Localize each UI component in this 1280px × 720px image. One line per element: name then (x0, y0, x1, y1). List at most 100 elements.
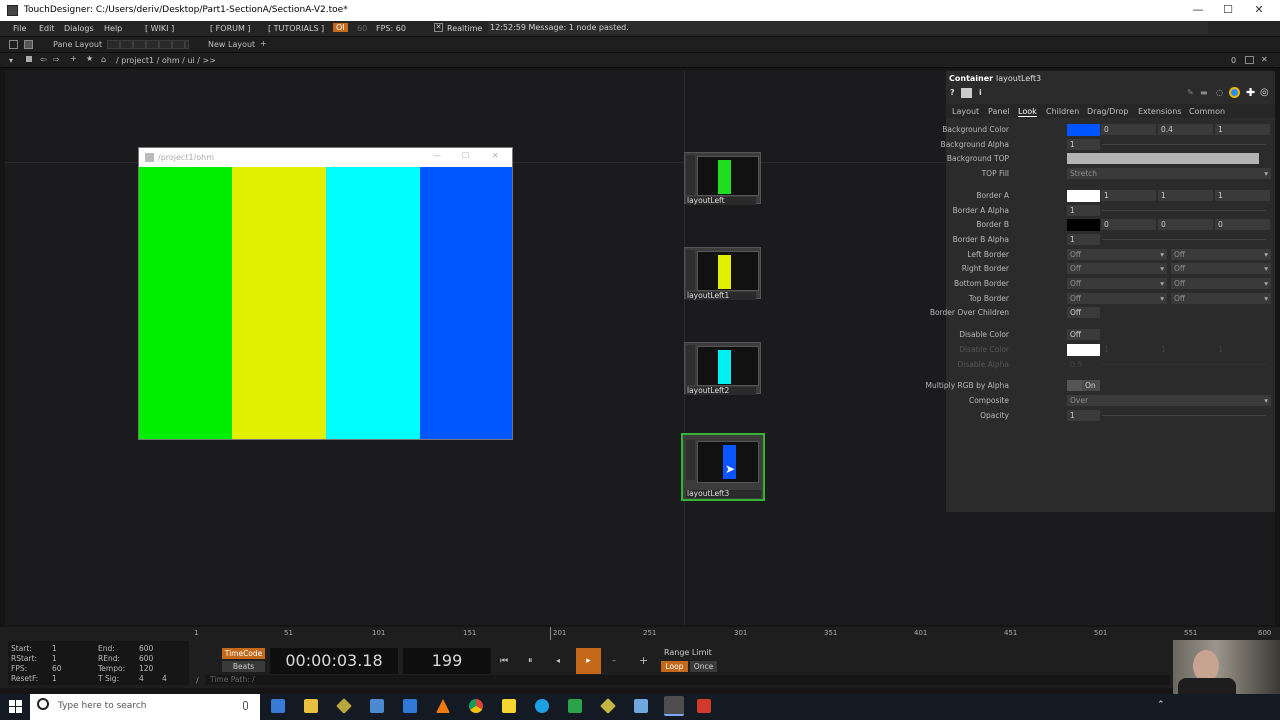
loop-toggle[interactable]: Loop (661, 661, 688, 672)
slider-track[interactable] (1102, 239, 1266, 240)
node-side-buttons[interactable] (686, 440, 695, 480)
sourcetree-icon[interactable] (600, 698, 616, 714)
triangle-down-icon[interactable]: ▾ (9, 56, 13, 65)
minus-icon[interactable]: – (612, 656, 616, 665)
once-toggle[interactable]: Once (690, 661, 717, 672)
slider-track[interactable] (1102, 144, 1266, 145)
task-view-icon[interactable] (271, 699, 285, 713)
windows-start-icon[interactable] (9, 700, 22, 713)
stop-icon[interactable] (26, 56, 32, 62)
pane-maximize-icon[interactable] (1245, 56, 1254, 64)
network-path[interactable]: / project1 / ohm / ui / >> (116, 56, 216, 65)
fps-field[interactable]: 60 (52, 664, 62, 673)
menu-dialogs[interactable]: Dialogs (64, 24, 94, 33)
plus-icon[interactable]: ✚ (1246, 86, 1255, 99)
skype-icon[interactable] (535, 699, 549, 713)
node-label[interactable]: layoutLeft (686, 197, 756, 205)
eraser-icon[interactable]: ▬ (1200, 88, 1208, 97)
dropdown[interactable]: Off (1067, 249, 1167, 260)
dropdown[interactable]: Stretch (1067, 168, 1271, 179)
vlc-icon[interactable] (436, 699, 450, 713)
close-button[interactable]: ✕ (1249, 3, 1269, 16)
forum-button[interactable]: [ FORUM ] (210, 24, 251, 33)
end-field[interactable]: 600 (139, 644, 153, 653)
tab-common[interactable]: Common (1189, 107, 1225, 116)
timeline-ruler[interactable]: 1 51 101 151 201 251 301 351 401 451 501… (0, 627, 1280, 640)
node-label[interactable]: layoutLeft3 (686, 490, 761, 498)
dropdown[interactable]: Off (1067, 263, 1167, 274)
realtime-checkbox-icon[interactable]: ✕ (434, 23, 443, 32)
dropdown[interactable]: Off (1067, 278, 1167, 289)
oi-badge[interactable]: OI (333, 23, 348, 32)
camera-icon[interactable] (370, 699, 384, 713)
color-swatch[interactable] (1067, 190, 1100, 202)
taskbar-search[interactable]: Type here to search (30, 694, 260, 720)
python-icon[interactable] (961, 88, 972, 98)
timecode-toggle[interactable]: TimeCode (222, 648, 265, 659)
rewind-icon[interactable]: ⏮ (500, 656, 508, 666)
node-layoutleft2[interactable]: layoutLeft2 (684, 342, 761, 395)
back-arrow-icon[interactable]: ⇦ (40, 55, 47, 64)
time-path[interactable]: Time Path: / (205, 675, 1170, 685)
slider-track[interactable] (1102, 415, 1266, 416)
toggle[interactable]: Off (1067, 329, 1100, 340)
pause-icon[interactable]: ⏸ (528, 656, 533, 666)
touchdesigner-icon[interactable] (664, 696, 684, 716)
wiki-button[interactable]: [ WIKI ] (145, 24, 174, 33)
add-icon[interactable]: + (70, 54, 77, 63)
toggle-off-part[interactable] (1067, 380, 1082, 391)
playhead[interactable] (550, 627, 551, 640)
star-icon[interactable]: ★ (86, 54, 93, 63)
new-layout-label[interactable]: New Layout (208, 40, 255, 49)
file-explorer-icon[interactable] (304, 699, 318, 713)
color-wheel-icon[interactable] (1229, 87, 1240, 98)
time-display[interactable]: 00:00:03.18 (270, 648, 398, 674)
node-layoutleft1[interactable]: layoutLeft1 (684, 247, 761, 300)
menu-help[interactable]: Help (104, 24, 122, 33)
node-side-buttons[interactable] (686, 345, 695, 385)
pane-split-icon[interactable] (24, 40, 33, 49)
param-field[interactable]: 1 (1101, 190, 1156, 201)
frame-display[interactable]: 199 (403, 648, 491, 674)
target-icon[interactable]: ◎ (1260, 87, 1269, 98)
maximize-button[interactable]: ☐ (1218, 3, 1238, 16)
node-layoutleft3[interactable]: ➤ layoutLeft3 (681, 433, 765, 501)
viewer-minimize-icon[interactable]: — (433, 151, 441, 160)
resetf-field[interactable]: 1 (52, 674, 57, 683)
dropdown[interactable]: Off (1171, 263, 1271, 274)
tab-panel[interactable]: Panel (988, 107, 1010, 116)
toggle[interactable]: Off (1067, 307, 1100, 318)
slider-track[interactable] (1102, 210, 1266, 211)
sticky-notes-icon[interactable] (502, 699, 516, 713)
pane-layout-icons[interactable] (107, 40, 189, 49)
node-label[interactable]: layoutLeft1 (686, 292, 756, 300)
help-icon[interactable]: ? (950, 88, 955, 97)
viewer-maximize-icon[interactable]: ☐ (462, 151, 469, 160)
pen-app-icon[interactable] (634, 699, 648, 713)
viewer-close-icon[interactable]: ✕ (492, 151, 499, 160)
node-side-buttons[interactable] (686, 155, 695, 195)
fps-field[interactable]: 60 (357, 24, 367, 33)
op-name-field[interactable]: layoutLeft3 (996, 74, 1041, 83)
param-field[interactable]: 1 (1215, 124, 1270, 135)
toggle-on[interactable]: On (1082, 380, 1100, 391)
node-layoutleft[interactable]: layoutLeft (684, 152, 761, 205)
pane-close-icon[interactable]: ✕ (1261, 55, 1268, 64)
tray-chevron-icon[interactable]: ⌃ (1157, 700, 1165, 710)
tab-drag-drop[interactable]: Drag/Drop (1087, 107, 1128, 116)
tab-children[interactable]: Children (1046, 107, 1079, 116)
tsig-field-2[interactable]: 4 (162, 674, 167, 683)
param-field[interactable] (1067, 153, 1259, 164)
node-label[interactable]: layoutLeft2 (686, 387, 756, 395)
color-swatch[interactable] (1067, 344, 1100, 356)
param-field[interactable]: 1 (1067, 410, 1100, 421)
camtasia-icon[interactable] (568, 699, 582, 713)
viewer-window[interactable]: /project1/ohm — ☐ ✕ (138, 147, 513, 440)
tutorials-button[interactable]: [ TUTORIALS ] (268, 24, 324, 33)
param-field[interactable]: 1 (1067, 234, 1100, 245)
minimize-button[interactable]: — (1188, 3, 1208, 16)
param-field[interactable]: 0.4 (1158, 124, 1213, 135)
param-field[interactable]: 1 (1158, 190, 1213, 201)
param-field[interactable]: 1 (1067, 139, 1100, 150)
tsig-field-1[interactable]: 4 (139, 674, 144, 683)
